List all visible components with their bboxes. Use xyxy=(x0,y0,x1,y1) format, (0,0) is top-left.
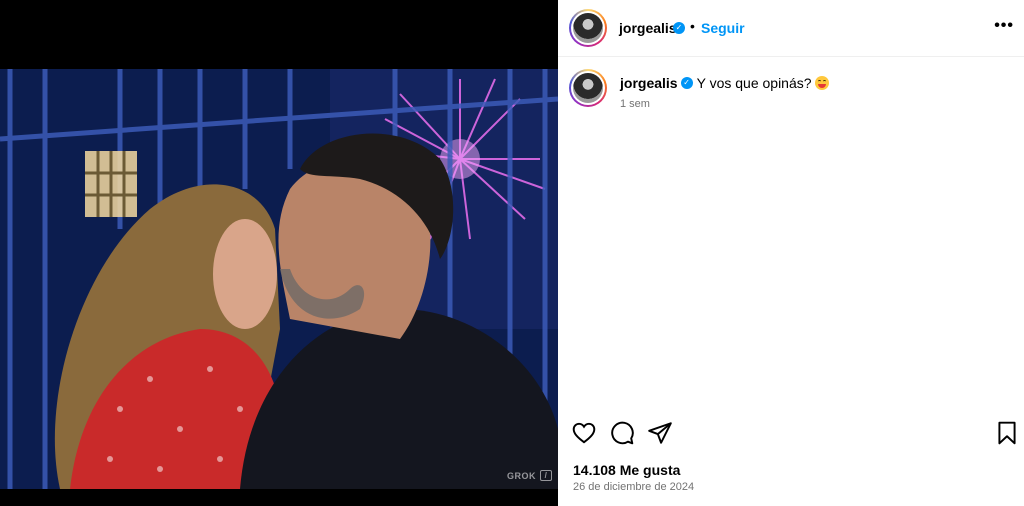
post-date[interactable]: 26 de diciembre de 2024 xyxy=(573,481,694,493)
avatar-image xyxy=(573,13,603,43)
watermark-mark: / xyxy=(540,470,552,481)
more-options-icon[interactable]: ••• xyxy=(994,17,1014,35)
heart-icon[interactable] xyxy=(571,420,597,446)
grinning-emoji-icon xyxy=(814,76,829,90)
follow-button[interactable]: Seguir xyxy=(701,20,745,36)
post-photo[interactable]: GROK / xyxy=(0,69,558,489)
caption-avatar-image xyxy=(573,73,603,103)
caption-text: Y vos que opinás? xyxy=(696,75,812,91)
caption-username[interactable]: jorgealis xyxy=(620,75,678,91)
header-separator: • xyxy=(690,18,695,34)
paper-plane-icon[interactable] xyxy=(647,420,673,446)
caption-time[interactable]: 1 sem xyxy=(620,98,650,110)
verified-badge-icon: ✓ xyxy=(673,22,685,34)
ai-watermark: GROK / xyxy=(507,470,552,481)
bookmark-icon[interactable] xyxy=(994,420,1020,446)
caption-line: jorgealis ✓ Y vos que opinás? xyxy=(620,74,829,91)
likes-count[interactable]: 14.108 Me gusta xyxy=(573,462,680,478)
caption-avatar-ring xyxy=(571,71,605,105)
post-info-panel: jorgealis ✓ • Seguir ••• jorgealis ✓ Y vos… xyxy=(558,0,1024,506)
caption-verified-badge-icon: ✓ xyxy=(680,77,693,90)
post-header: jorgealis ✓ • Seguir ••• xyxy=(558,0,1024,57)
comment-icon[interactable] xyxy=(609,420,635,446)
header-username[interactable]: jorgealis xyxy=(619,20,677,36)
caption-avatar[interactable] xyxy=(569,69,607,107)
action-bar xyxy=(558,420,1024,450)
emoji-mouth xyxy=(817,84,826,88)
post-media[interactable]: GROK / xyxy=(0,0,558,506)
watermark-label: GROK xyxy=(507,470,536,481)
photo-illustration xyxy=(0,69,558,489)
avatar[interactable] xyxy=(569,9,607,47)
avatar-ring xyxy=(571,11,605,45)
